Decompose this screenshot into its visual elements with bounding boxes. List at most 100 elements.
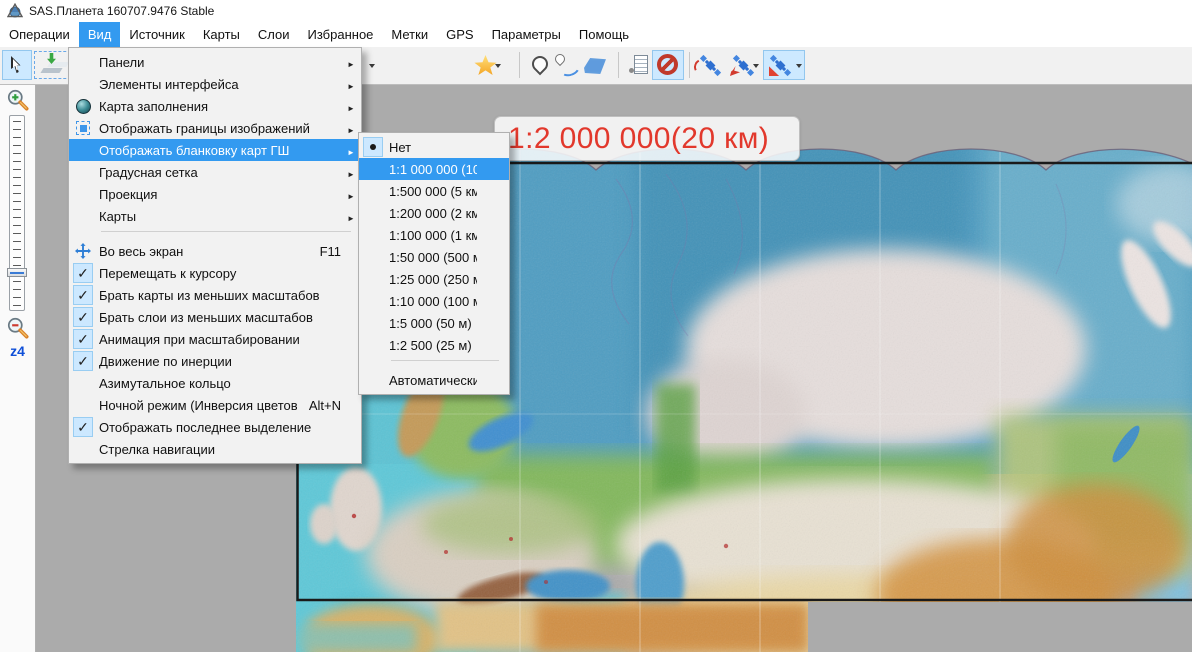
submenu-item[interactable]: 1:2 500 (25 м): [359, 334, 509, 356]
submenu-item[interactable]: Автоматически: [359, 369, 509, 391]
dropdown-caret-icon[interactable]: [369, 64, 375, 71]
menubar-item[interactable]: Слои: [249, 22, 299, 47]
toolbar-button[interactable]: [470, 50, 504, 80]
menu-item-label: Градусная сетка: [99, 165, 329, 180]
submenu-item[interactable]: 1:200 000 (2 км): [359, 202, 509, 224]
globe-icon: [73, 96, 93, 116]
menu-item[interactable]: Стрелка навигации: [69, 438, 361, 460]
zoom-level-label: z4: [0, 343, 35, 359]
menu-item[interactable]: Анимация при масштабировании: [69, 328, 361, 350]
toolbar-button[interactable]: [689, 52, 690, 78]
submenu-item[interactable]: Нет: [359, 136, 509, 158]
menu-item[interactable]: Брать слои из меньших масштабов: [69, 306, 361, 328]
submenu-item-label: 1:100 000 (1 км): [389, 228, 477, 243]
menu-item[interactable]: Проекция: [69, 183, 361, 205]
menubar-item[interactable]: Помощь: [570, 22, 638, 47]
submenu-item-label: 1:5 000 (50 м): [389, 316, 477, 331]
zoom-in-icon[interactable]: [5, 87, 31, 113]
submenu-item[interactable]: 1:50 000 (500 м): [359, 246, 509, 268]
menubar-item-label: Вид: [88, 27, 112, 42]
dropdown-caret-icon[interactable]: [796, 64, 802, 71]
toolbar-button[interactable]: [579, 50, 609, 80]
toolbar-button[interactable]: [726, 50, 762, 80]
toolbar-button[interactable]: [2, 50, 32, 80]
submenu-item[interactable]: 1:100 000 (1 км): [359, 224, 509, 246]
fullscreen-icon: [73, 241, 93, 261]
menu-item-label: Проекция: [99, 187, 329, 202]
submenu-item-gutter: [363, 291, 383, 311]
view-menu: Панели Элементы интерфейса Карта заполне…: [68, 47, 362, 464]
menu-item-gutter: [73, 184, 93, 204]
menu-item[interactable]: Движение по инерции: [69, 350, 361, 372]
submenu-item[interactable]: 1:5 000 (50 м): [359, 312, 509, 334]
menu-item-gutter: [73, 417, 93, 437]
zoom-slider[interactable]: [9, 115, 25, 311]
menu-item-gutter: [73, 140, 93, 160]
menu-item[interactable]: Отображать границы изображений: [69, 117, 361, 139]
menu-item-label: Во весь экран: [99, 244, 308, 259]
menubar-item[interactable]: Карты: [194, 22, 249, 47]
submenu-item[interactable]: 1:10 000 (100 м): [359, 290, 509, 312]
menubar-item-label: Слои: [258, 27, 290, 42]
menu-item-shortcut: Alt+N: [309, 398, 347, 413]
menubar-item[interactable]: GPS: [437, 22, 482, 47]
toolbar-button[interactable]: [519, 52, 520, 78]
toolbar-button[interactable]: [523, 50, 553, 80]
menu-item[interactable]: Карта заполнения: [69, 95, 361, 117]
zoom-out-icon[interactable]: [5, 315, 31, 341]
menu-item-gutter: [73, 329, 93, 349]
satellite-signal-icon: [694, 51, 724, 79]
submenu-item-label: 1:2 500 (25 м): [389, 338, 477, 353]
menu-item-gutter: [73, 52, 93, 72]
menu-item-shortcut: F11: [320, 244, 347, 259]
scale-submenu: Нет 1:1 000 000 (10 км) 1:500 000 (5 км): [358, 132, 510, 395]
mark-list-icon: [625, 51, 653, 79]
menu-item-label: Карты: [99, 209, 329, 224]
menu-item[interactable]: Панели: [69, 51, 361, 73]
toolbar-button[interactable]: [618, 52, 619, 78]
window-title: SAS.Планета 160707.9476 Stable: [29, 4, 214, 18]
dropdown-caret-icon[interactable]: [495, 64, 501, 71]
submenu-arrow-icon: [347, 55, 359, 70]
menu-item-label: Перемещать к курсору: [99, 266, 329, 281]
menu-item[interactable]: Градусная сетка: [69, 161, 361, 183]
menu-item[interactable]: [69, 231, 361, 240]
menu-item[interactable]: Карты: [69, 205, 361, 227]
zoom-slider-handle[interactable]: [7, 268, 27, 277]
menu-item[interactable]: Азимутальное кольцо: [69, 372, 361, 394]
toolbar-button[interactable]: [763, 50, 805, 80]
menubar-item[interactable]: Метки: [382, 22, 437, 47]
submenu-item[interactable]: 1:500 000 (5 км): [359, 180, 509, 202]
menu-item-gutter: [73, 351, 93, 371]
menu-item[interactable]: Отображать последнее выделение: [69, 416, 361, 438]
menubar-item[interactable]: Вид: [79, 22, 121, 47]
sas-planet-logo-icon: [7, 3, 23, 19]
toolbar-button[interactable]: [624, 50, 654, 80]
menubar-item[interactable]: Избранное: [299, 22, 383, 47]
toolbar-button[interactable]: [693, 50, 725, 80]
submenu-item[interactable]: 1:25 000 (250 м): [359, 268, 509, 290]
submenu-arrow-icon: [347, 99, 359, 114]
menubar-item-label: Параметры: [492, 27, 561, 42]
menubar-item[interactable]: Операции: [0, 22, 79, 47]
menubar-item[interactable]: Источник: [120, 22, 194, 47]
menubar-item-label: Помощь: [579, 27, 629, 42]
menu-item[interactable]: Отображать бланковку карт ГШ: [69, 139, 361, 161]
menu-item[interactable]: Перемещать к курсору: [69, 262, 361, 284]
menubar-item[interactable]: Параметры: [483, 22, 570, 47]
toolbar-button[interactable]: [551, 50, 581, 80]
submenu-item-label: 1:500 000 (5 км): [389, 184, 477, 199]
submenu-item[interactable]: [359, 360, 509, 369]
menu-item[interactable]: Ночной режим (Инверсия цветов) Alt+N: [69, 394, 361, 416]
menu-item[interactable]: Брать карты из меньших масштабов: [69, 284, 361, 306]
submenu-item-label: 1:200 000 (2 км): [389, 206, 477, 221]
toolbar-button[interactable]: [652, 50, 684, 80]
menu-item[interactable]: Во весь экран F11: [69, 240, 361, 262]
menu-item-gutter: [73, 263, 93, 283]
dropdown-caret-icon[interactable]: [753, 64, 759, 71]
scale-overlay-label: 1:2 000 000(20 км): [494, 116, 800, 161]
menubar-item-label: Источник: [129, 27, 185, 42]
submenu-item[interactable]: 1:1 000 000 (10 км): [359, 158, 509, 180]
menu-item-gutter: [73, 373, 93, 393]
menu-item[interactable]: Элементы интерфейса: [69, 73, 361, 95]
